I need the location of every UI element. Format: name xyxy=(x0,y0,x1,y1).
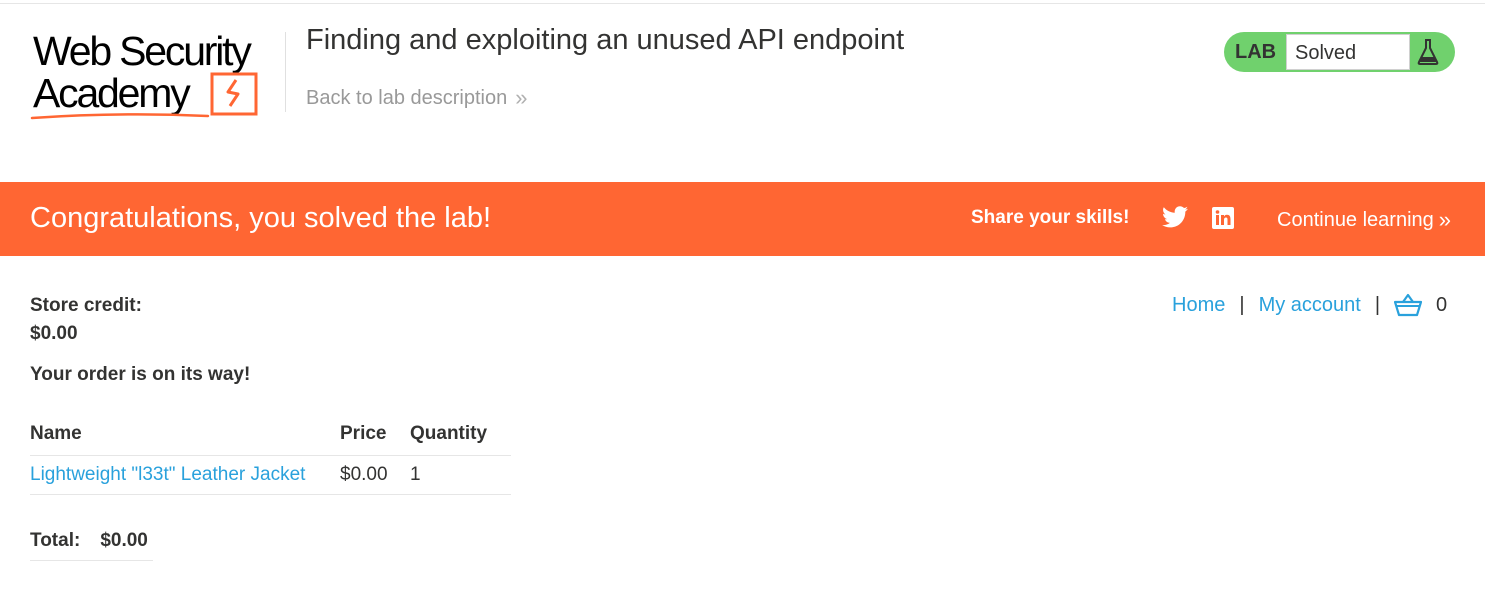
store-credit-label: Store credit: xyxy=(30,295,142,316)
column-header-name: Name xyxy=(30,414,340,456)
lab-status-label: LAB xyxy=(1235,41,1277,63)
table-header-row: Name Price Quantity xyxy=(30,414,511,456)
linkedin-icon[interactable] xyxy=(1211,206,1235,230)
cart-count[interactable]: 0 xyxy=(1436,294,1447,317)
order-total: Total: $0.00 xyxy=(30,521,153,561)
share-skills-label: Share your skills! xyxy=(971,207,1130,228)
my-account-link[interactable]: My account xyxy=(1259,294,1361,317)
top-rule xyxy=(0,3,1485,4)
back-link-label: Back to lab description xyxy=(306,86,508,109)
product-link[interactable]: Lightweight "l33t" Leather Jacket xyxy=(30,464,305,485)
lab-status-value: Solved xyxy=(1295,42,1357,64)
column-header-price: Price xyxy=(340,414,410,456)
flask-icon xyxy=(1417,39,1439,65)
order-confirmation-message: Your order is on its way! xyxy=(30,364,251,385)
web-security-academy-logo[interactable]: Web Security Academy xyxy=(30,30,282,122)
product-name-cell: Lightweight "l33t" Leather Jacket xyxy=(30,455,340,495)
congratulations-message: Congratulations, you solved the lab! xyxy=(30,202,492,234)
lab-status-badge: LAB Solved xyxy=(1224,32,1455,72)
lab-title: Finding and exploiting an unused API end… xyxy=(306,24,905,56)
column-header-quantity: Quantity xyxy=(410,414,511,456)
store-credit-value: $0.00 xyxy=(30,323,78,344)
home-link[interactable]: Home xyxy=(1172,294,1225,317)
double-chevron-right-icon: » xyxy=(1438,207,1452,232)
continue-learning-label: Continue learning xyxy=(1277,208,1434,231)
total-label: Total: xyxy=(30,529,81,551)
order-table: Name Price Quantity Lightweight "l33t" L… xyxy=(30,414,511,495)
logo-mark-icon xyxy=(30,72,258,120)
table-row: Lightweight "l33t" Leather Jacket $0.00 … xyxy=(30,455,511,495)
header-divider xyxy=(285,32,286,112)
nav-separator: | xyxy=(1239,293,1245,316)
nav-separator: | xyxy=(1374,293,1381,316)
double-chevron-right-icon: » xyxy=(515,85,528,110)
solved-banner: Congratulations, you solved the lab! Sha… xyxy=(0,182,1485,256)
total-value: $0.00 xyxy=(100,529,148,551)
continue-learning-link[interactable]: Continue learning » xyxy=(1277,207,1451,233)
product-quantity: 1 xyxy=(410,455,511,495)
product-price: $0.00 xyxy=(340,455,410,495)
back-to-lab-description-link[interactable]: Back to lab description » xyxy=(306,85,527,111)
basket-icon[interactable] xyxy=(1394,293,1423,317)
lab-status-value-box: Solved xyxy=(1286,34,1410,70)
twitter-icon[interactable] xyxy=(1162,206,1188,228)
account-nav: Home | My account | 0 xyxy=(1172,293,1447,317)
